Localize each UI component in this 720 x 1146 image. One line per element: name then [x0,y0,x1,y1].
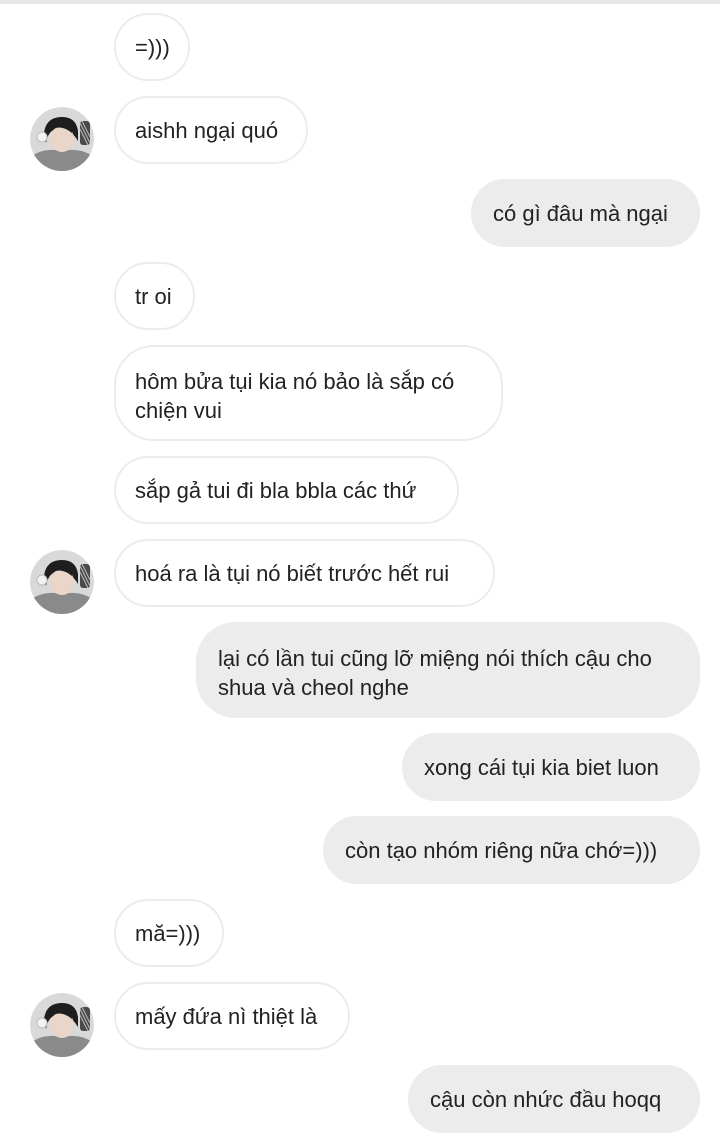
message-bubble-outgoing[interactable]: xong cái tụi kia biet luon [402,733,700,801]
message-text: xong cái tụi kia biet luon [424,754,659,780]
message-bubble-incoming[interactable]: aishh ngại quó [114,96,308,164]
message-text: hoá ra là tụi nó biết trước hết rui [135,560,450,586]
message-text: tr oi [135,283,172,309]
message-text: có gì đâu mà ngại [493,200,668,226]
message-bubble-outgoing[interactable]: lại có lần tui cũng lỡ miệng nói thích c… [196,622,700,718]
message-text: aishh ngại quó [135,117,279,143]
message-bubble-incoming[interactable]: sắp gả tui đi bla bbla các thứ [114,456,459,524]
message-text: cậu còn nhức đầu hoqq [430,1086,662,1112]
message-bubble-incoming[interactable]: hoá ra là tụi nó biết trước hết rui [114,539,495,607]
contact-avatar-icon[interactable] [30,993,94,1057]
message-text: mấy đứa nì thiệt là [135,1003,318,1029]
message-bubble-incoming[interactable]: =))) [114,13,190,81]
message-bubble-outgoing[interactable]: còn tạo nhóm riêng nữa chớ=))) [323,816,700,884]
message-text: còn tạo nhóm riêng nữa chớ=))) [345,837,658,863]
message-text: mă=))) [135,920,201,946]
message-text: hôm bửa tụi kia nó bảo là sắp có chiện v… [135,369,455,423]
message-bubble-outgoing[interactable]: cậu còn nhức đầu hoqq [408,1065,700,1133]
message-bubble-incoming[interactable]: mấy đứa nì thiệt là [114,982,350,1050]
contact-avatar-icon[interactable] [30,550,94,614]
message-text: sắp gả tui đi bla bbla các thứ [135,477,417,503]
message-bubble-incoming[interactable]: mă=))) [114,899,224,967]
message-bubble-incoming[interactable]: tr oi [114,262,195,330]
contact-avatar-icon[interactable] [30,107,94,171]
top-divider [0,0,720,4]
message-text: lại có lần tui cũng lỡ miệng nói thích c… [218,646,652,700]
message-bubble-incoming[interactable]: hôm bửa tụi kia nó bảo là sắp có chiện v… [114,345,503,441]
message-text: =))) [135,34,170,60]
message-bubble-outgoing[interactable]: có gì đâu mà ngại [471,179,700,247]
